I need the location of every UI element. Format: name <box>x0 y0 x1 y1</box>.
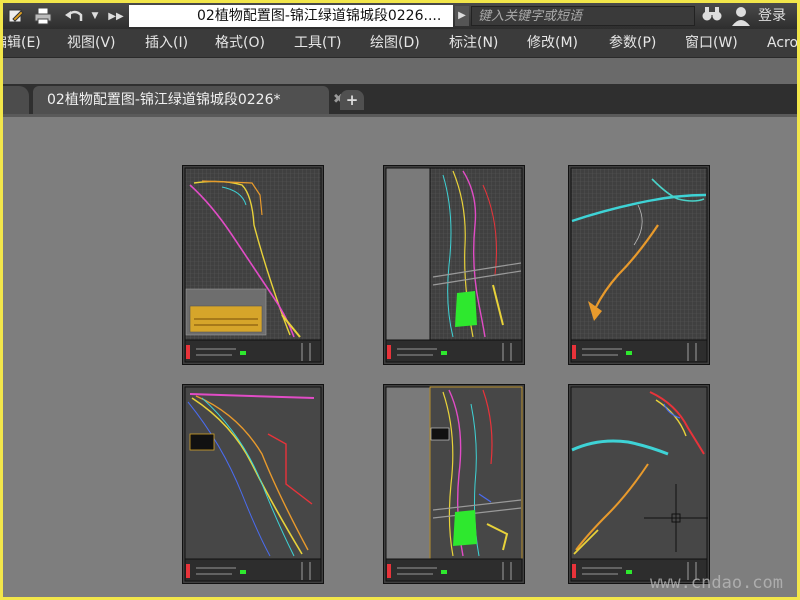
tab-drawing[interactable]: 02植物配置图-锦江绿道锦城段0226* ✖ <box>33 86 344 114</box>
title-bar: ▼ ▶▶ 02植物配置图-锦江绿道锦城段0226.... ▶ 键入关键字或短语 … <box>3 3 797 29</box>
login-button[interactable]: 登录 <box>758 6 786 26</box>
menu-tools[interactable]: 工具(T) <box>294 29 341 57</box>
ribbon-strip <box>3 58 797 84</box>
menu-view[interactable]: 视图(V) <box>67 29 116 57</box>
menu-acrobat[interactable]: Acro <box>767 29 797 57</box>
menu-insert[interactable]: 插入(I) <box>145 29 188 57</box>
menu-dimension[interactable]: 标注(N) <box>449 29 498 57</box>
menu-edit[interactable]: 编辑(E) <box>3 29 41 57</box>
layout-sheet-4[interactable] <box>182 384 324 584</box>
more-icon[interactable]: ▶▶ <box>107 5 125 27</box>
menu-bar: 编辑(E) 视图(V) 插入(I) 格式(O) 工具(T) 绘图(D) 标注(N… <box>3 29 797 58</box>
undo-icon[interactable] <box>63 5 87 27</box>
drawing-canvas[interactable]: www.cndao.com <box>3 117 797 597</box>
menu-parameters[interactable]: 参数(P) <box>609 29 656 57</box>
add-tab-button[interactable]: + <box>340 90 364 110</box>
watermark: www.cndao.com <box>649 573 783 593</box>
menu-window[interactable]: 窗口(W) <box>685 29 738 57</box>
binoculars-icon[interactable] <box>701 6 723 26</box>
layout-sheet-6[interactable] <box>568 384 710 584</box>
tab-label: 02植物配置图-锦江绿道锦城段0226* <box>47 92 281 108</box>
dropdown-arrow-icon[interactable]: ▼ <box>89 5 101 27</box>
menu-format[interactable]: 格式(O) <box>215 29 265 57</box>
edit-icon[interactable] <box>5 5 27 27</box>
search-expand-icon[interactable]: ▶ <box>455 6 469 26</box>
document-title: 02植物配置图-锦江绿道锦城段0226.... <box>129 5 453 27</box>
layout-sheet-1[interactable] <box>182 165 324 365</box>
user-icon[interactable] <box>731 6 751 26</box>
print-icon[interactable] <box>31 5 55 27</box>
layout-sheet-3[interactable] <box>568 165 710 365</box>
file-tab-bar: 02植物配置图-锦江绿道锦城段0226* ✖ + <box>3 84 797 114</box>
layout-sheet-2[interactable] <box>383 165 525 365</box>
tab-start[interactable] <box>3 86 29 114</box>
menu-draw[interactable]: 绘图(D) <box>370 29 420 57</box>
autocad-window: ▼ ▶▶ 02植物配置图-锦江绿道锦城段0226.... ▶ 键入关键字或短语 … <box>3 3 797 597</box>
menu-modify[interactable]: 修改(M) <box>527 29 578 57</box>
search-input[interactable]: 键入关键字或短语 <box>471 6 695 26</box>
layout-sheet-5[interactable] <box>383 384 525 584</box>
